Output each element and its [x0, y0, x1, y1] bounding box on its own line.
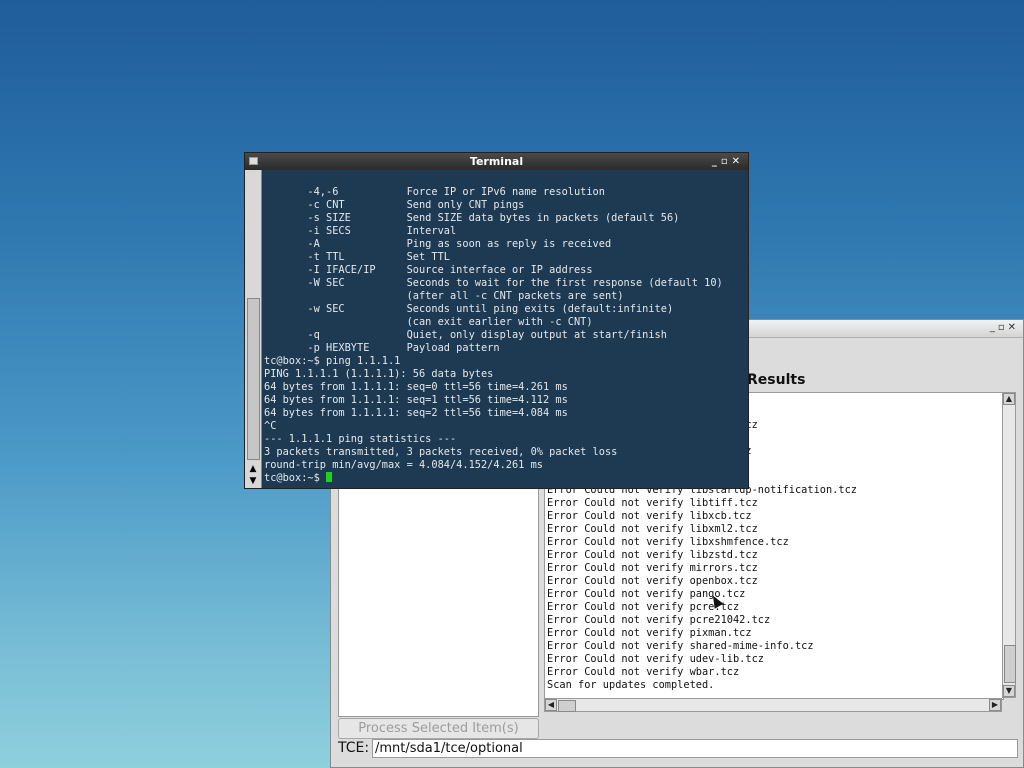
terminal-line: -4,-6 Force IP or IPv6 name resolution [264, 186, 605, 198]
terminal-line: -p HEXBYTE Payload pattern [264, 342, 500, 354]
result-line: Error Could not verify libxcb.tcz [547, 510, 752, 522]
result-line: Error Could not verify wbar.tcz [547, 666, 740, 678]
terminal-line: -t TTL Set TTL [264, 251, 450, 263]
terminal-line: ^C [264, 420, 277, 432]
terminal-title: Terminal [469, 155, 524, 168]
result-line: Scan for updates completed. [547, 679, 715, 691]
terminal-scrollbar-thumb[interactable] [247, 298, 260, 460]
terminal-line: -W SEC Seconds to wait for the first res… [264, 277, 723, 289]
terminal-line: 64 bytes from 1.1.1.1: seq=0 ttl=56 time… [264, 381, 568, 393]
maximize-icon[interactable]: ▫ [721, 156, 732, 167]
terminal-window: Terminal _▫✕ ▲ ▼ -4,-6 Force IP or IPv6 … [244, 152, 749, 489]
result-line: Error Could not verify libtiff.tcz [547, 497, 758, 509]
terminal-line: -c CNT Send only CNT pings [264, 199, 525, 211]
result-line: Error Could not verify udev-lib.tcz [547, 653, 764, 665]
terminal-line: -w SEC Seconds until ping exits (default… [264, 303, 674, 315]
hscrollbar-thumb[interactable] [558, 700, 576, 712]
terminal-output[interactable]: -4,-6 Force IP or IPv6 name resolution -… [264, 186, 744, 486]
terminal-scrollbar[interactable]: ▲ ▼ [245, 170, 262, 488]
scroll-up-arrow-icon[interactable]: ▲ [247, 463, 259, 475]
results-horizontal-scrollbar[interactable]: ◀ ▶ [544, 698, 1002, 712]
terminal-prompt: tc@box:~$ [264, 472, 326, 484]
window-controls: _▫✕ [990, 322, 1019, 333]
terminal-line: -A Ping as soon as reply is received [264, 238, 612, 250]
text-cursor [326, 472, 332, 482]
result-line: Error Could not verify libzstd.tcz [547, 549, 758, 561]
tce-path-field[interactable]: /mnt/sda1/tce/optional [372, 739, 1018, 758]
close-icon[interactable]: ✕ [732, 156, 744, 167]
terminal-line: -i SECS Interval [264, 225, 457, 237]
results-vertical-scrollbar[interactable]: ▲ ▼ [1002, 392, 1016, 698]
terminal-line: (after all -c CNT packets are sent) [264, 290, 624, 302]
terminal-line: --- 1.1.1.1 ping statistics --- [264, 433, 457, 445]
result-line: Error Could not verify libxml2.tcz [547, 523, 758, 535]
close-icon[interactable]: ✕ [1008, 322, 1019, 333]
result-line: Error Could not verify openbox.tcz [547, 575, 758, 587]
maximize-icon[interactable]: ▫ [998, 322, 1008, 333]
result-line: Error Could not verify shared-mime-info.… [547, 640, 814, 652]
result-line: Error Could not verify libxshmfence.tcz [547, 536, 789, 548]
terminal-line: (can exit earlier with -c CNT) [264, 316, 593, 328]
terminal-line: 64 bytes from 1.1.1.1: seq=2 ttl=56 time… [264, 407, 568, 419]
terminal-line: -I IFACE/IP Source interface or IP addre… [264, 264, 593, 276]
scroll-down-arrow-icon[interactable]: ▼ [1003, 685, 1015, 697]
terminal-line: PING 1.1.1.1 (1.1.1.1): 56 data bytes [264, 368, 494, 380]
results-heading: Results [747, 372, 806, 388]
terminal-line: round-trip min/avg/max = 4.084/4.152/4.2… [264, 459, 543, 471]
process-selected-button[interactable]: Process Selected Item(s) [338, 718, 539, 739]
scroll-up-arrow-icon[interactable]: ▲ [1003, 393, 1015, 405]
scroll-left-arrow-icon[interactable]: ◀ [545, 699, 557, 711]
result-line: Error Could not verify pcre.tcz [547, 601, 740, 613]
terminal-line: 3 packets transmitted, 3 packets receive… [264, 446, 618, 458]
scroll-down-arrow-icon[interactable]: ▼ [247, 475, 259, 487]
result-line: Error Could not verify mirrors.tcz [547, 562, 758, 574]
terminal-prompt-line[interactable]: tc@box:~$ [264, 472, 744, 485]
tce-label: TCE: [338, 740, 370, 756]
minimize-icon[interactable]: _ [990, 322, 998, 333]
result-line: Error Could not verify pixman.tcz [547, 627, 752, 639]
minimize-icon[interactable]: _ [712, 156, 721, 167]
terminal-line: -s SIZE Send SIZE data bytes in packets … [264, 212, 680, 224]
result-line: Error Could not verify pcre21042.tcz [547, 614, 771, 626]
terminal-titlebar[interactable]: Terminal _▫✕ [245, 153, 748, 170]
scrollbar-thumb[interactable] [1004, 645, 1016, 683]
terminal-line: 64 bytes from 1.1.1.1: seq=1 ttl=56 time… [264, 394, 568, 406]
terminal-line: tc@box:~$ ping 1.1.1.1 [264, 355, 401, 367]
terminal-window-controls: _▫✕ [712, 153, 744, 170]
scroll-right-arrow-icon[interactable]: ▶ [989, 699, 1001, 711]
window-menu-icon[interactable] [249, 157, 258, 165]
result-line: Error Could not verify pango.tcz [547, 588, 746, 600]
terminal-line: -q Quiet, only display output at start/f… [264, 329, 667, 341]
